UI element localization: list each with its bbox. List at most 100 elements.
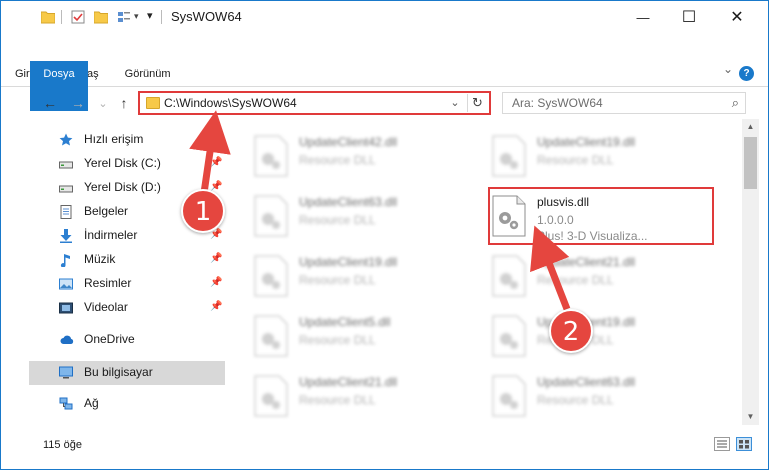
up-button[interactable]: ↑ [115, 94, 133, 112]
pin-icon[interactable]: 📌 [210, 301, 222, 312]
sidebar-item-pictures[interactable]: Resimler 📌 [29, 273, 225, 295]
file-description: Resource DLL [537, 153, 614, 167]
dll-file-icon [492, 255, 526, 297]
chevron-down-icon: ⌄ [98, 97, 108, 110]
details-view-button[interactable] [714, 437, 730, 451]
forward-arrow-icon: → [71, 95, 85, 111]
folder-icon [41, 11, 55, 24]
refresh-icon[interactable]: ↻ [467, 94, 487, 112]
sidebar-item-label: Ağ [84, 396, 99, 410]
address-dropdown-icon[interactable]: ⌄ [447, 94, 463, 112]
file-description: Resource DLL [299, 333, 376, 347]
dll-file-icon [254, 195, 288, 237]
explorer-window: ▾ ▾ SysWOW64 — ☐ ✕ Dosya Giriş Paylaş Gö… [0, 0, 769, 470]
customize-qat-icon[interactable]: ▾ [147, 9, 153, 22]
dll-file-icon [254, 135, 288, 177]
address-bar[interactable]: C:\Windows\SysWOW64 ⌄ ↻ [138, 91, 491, 115]
dll-file-icon [492, 135, 526, 177]
file-description: Resource DLL [537, 273, 614, 287]
file-item[interactable]: UpdateClient19.dll Resource DLL [491, 131, 711, 181]
qat-dropdown-icon[interactable]: ▾ [134, 11, 139, 22]
sidebar-item-onedrive[interactable]: OneDrive [29, 329, 225, 351]
window-title: SysWOW64 [171, 9, 242, 24]
address-path[interactable]: C:\Windows\SysWOW64 [164, 96, 297, 110]
recent-locations-button[interactable]: ⌄ [94, 94, 112, 112]
search-icon[interactable]: ⌕ [732, 95, 739, 111]
sidebar-item-label: Müzik [84, 252, 116, 266]
dll-file-icon [492, 375, 526, 417]
separator [61, 10, 62, 24]
sidebar-item-this-pc[interactable]: Bu bilgisayar [29, 361, 225, 385]
ribbon-tabs: Dosya Giriş Paylaş Görünüm [1, 61, 183, 111]
search-input[interactable]: Ara: SysWOW64 [512, 96, 603, 110]
sidebar-item-network[interactable]: Ağ [29, 393, 225, 415]
file-name: UpdateClient21.dll [537, 255, 636, 269]
file-item[interactable]: UpdateClient63.dll Resource DLL [491, 371, 711, 421]
forward-button[interactable]: → [69, 94, 87, 112]
file-description: Resource DLL [299, 393, 376, 407]
close-icon: ✕ [730, 9, 744, 26]
scrollbar-thumb[interactable] [744, 137, 757, 189]
pin-icon[interactable]: 📌 [210, 157, 222, 168]
sidebar-item-label: OneDrive [84, 332, 135, 346]
close-button[interactable]: ✕ [714, 1, 760, 33]
file-item[interactable]: UpdateClient5.dll Resource DLL [253, 311, 473, 361]
file-description: Resource DLL [299, 153, 376, 167]
callout-badge-1: 1 [181, 189, 225, 233]
file-item[interactable]: UpdateClient21.dll Resource DLL [253, 371, 473, 421]
sidebar-item-videos[interactable]: Videolar 📌 [29, 297, 225, 319]
file-item[interactable]: UpdateClient19.dll Resource DLL [253, 251, 473, 301]
cloud-icon [60, 335, 74, 344]
file-name: UpdateClient63.dll [299, 195, 398, 209]
properties-icon[interactable] [71, 10, 85, 24]
large-icons-view-icon [739, 440, 749, 449]
new-folder-icon[interactable] [94, 10, 108, 24]
dll-file-icon [254, 255, 288, 297]
view-options-icon[interactable] [117, 10, 131, 24]
vertical-scrollbar[interactable]: ▲ ▼ [742, 119, 759, 425]
back-button[interactable]: ← [41, 94, 59, 112]
scroll-down-icon[interactable]: ▼ [742, 409, 759, 425]
drive-icon [59, 161, 73, 169]
file-item[interactable]: UpdateClient19.dll Resource DLL [491, 311, 711, 361]
back-arrow-icon: ← [43, 95, 57, 111]
file-name: UpdateClient5.dll [299, 315, 391, 329]
sidebar-item-label: Belgeler [84, 204, 129, 218]
scroll-up-icon[interactable]: ▲ [742, 119, 759, 135]
pin-icon[interactable]: 📌 [210, 277, 222, 288]
file-list: UpdateClient42.dll Resource DLL UpdateCl… [229, 119, 741, 425]
file-name: UpdateClient21.dll [299, 375, 398, 389]
minimize-button[interactable]: — [620, 1, 666, 33]
minimize-icon: — [636, 9, 650, 25]
sidebar-item-quick-access[interactable]: Hızlı erişim [29, 129, 225, 151]
file-item[interactable]: UpdateClient21.dll Resource DLL [491, 251, 711, 301]
sidebar-item-music[interactable]: Müzik 📌 [29, 249, 225, 271]
file-item[interactable]: UpdateClient63.dll Resource DLL [253, 191, 473, 241]
sidebar-item-label: İndirmeler [84, 228, 138, 242]
videos-icon [59, 302, 73, 314]
file-name: UpdateClient19.dll [537, 135, 636, 149]
file-name: UpdateClient42.dll [299, 135, 398, 149]
music-icon [60, 254, 70, 267]
file-description: Resource DLL [537, 393, 614, 407]
maximize-button[interactable]: ☐ [666, 1, 712, 33]
help-icon[interactable]: ? [739, 66, 754, 81]
dll-file-icon [254, 315, 288, 357]
expand-ribbon-icon[interactable]: ⌄ [723, 62, 733, 80]
pictures-icon [59, 278, 73, 290]
pin-icon[interactable]: 📌 [210, 253, 222, 264]
title-bar: ▾ ▾ SysWOW64 — ☐ ✕ [1, 1, 768, 33]
sidebar-item-label: Videolar [84, 300, 128, 314]
download-icon [60, 229, 72, 243]
up-arrow-icon: ↑ [120, 95, 128, 111]
sidebar-item-label: Bu bilgisayar [84, 365, 153, 379]
tab-view[interactable]: Görünüm [111, 61, 183, 87]
file-item[interactable]: UpdateClient42.dll Resource DLL [253, 131, 473, 181]
dll-file-icon [254, 375, 288, 417]
search-box[interactable]: Ara: SysWOW64 ⌕ [502, 92, 746, 114]
large-icons-view-button[interactable] [736, 437, 752, 451]
network-icon [59, 397, 73, 410]
file-highlight-box [488, 187, 714, 245]
sidebar-item-local-disk-c[interactable]: Yerel Disk (C:) 📌 [29, 153, 225, 175]
computer-icon [59, 366, 73, 379]
